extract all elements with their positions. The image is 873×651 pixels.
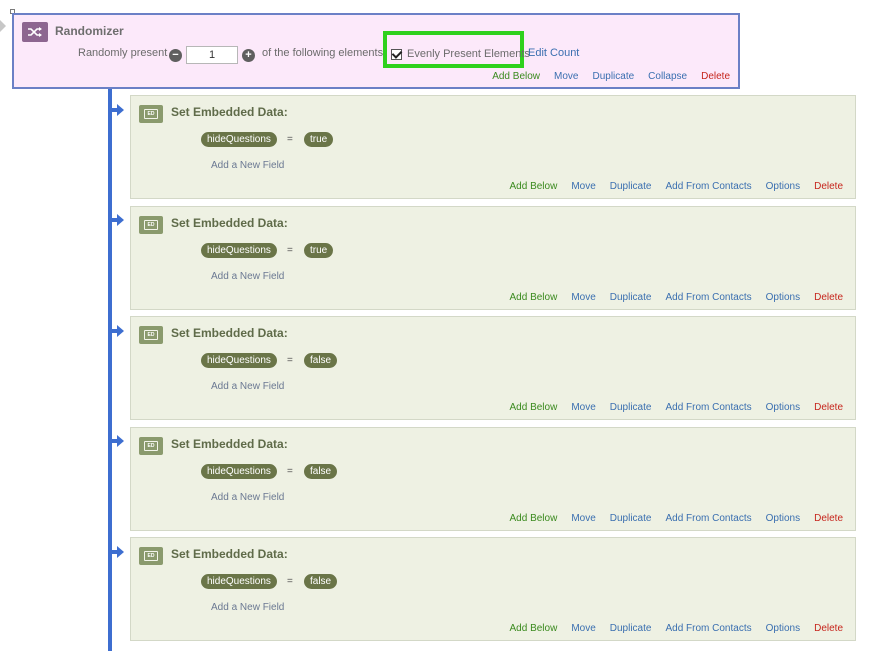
minus-circle-icon[interactable]: − [169,49,182,62]
embedded-data-icon: ED [139,216,163,234]
embedded-data-block: ED Set Embedded Data: hideQuestions = tr… [130,206,856,310]
delete-button[interactable]: Delete [701,71,730,82]
flow-arrow-icon [112,325,124,337]
add-new-field-link[interactable]: Add a New Field [211,271,284,282]
embedded-data-block: ED Set Embedded Data: hideQuestions = tr… [130,95,856,199]
field-name-pill[interactable]: hideQuestions [201,353,277,368]
randomly-present-label: Randomly present [78,47,168,59]
randomizer-actions: Add Below Move Duplicate Collapse Delete [492,71,730,82]
field-name-pill[interactable]: hideQuestions [201,464,277,479]
collapse-button[interactable]: Collapse [648,71,687,82]
block-title: Set Embedded Data: [171,105,288,119]
field-value-pill[interactable]: true [304,243,334,258]
flow-arrow-icon [112,546,124,558]
add-below-button[interactable]: Add Below [510,292,558,303]
add-from-contacts-button[interactable]: Add From Contacts [665,513,751,524]
add-new-field-link[interactable]: Add a New Field [211,381,284,392]
add-below-button[interactable]: Add Below [492,71,540,82]
equals-sign: = [287,355,293,366]
duplicate-button[interactable]: Duplicate [610,181,652,192]
shuffle-icon [22,22,48,42]
block-actions: Add Below Move Duplicate Add From Contac… [510,513,844,524]
block-title: Set Embedded Data: [171,326,288,340]
block-actions: Add Below Move Duplicate Add From Contac… [510,181,844,192]
add-below-button[interactable]: Add Below [510,513,558,524]
flow-arrow-icon [112,104,124,116]
randomizer-element: Randomizer Randomly present − + of the f… [12,13,740,89]
field-value-pill[interactable]: false [304,574,338,589]
duplicate-button[interactable]: Duplicate [610,402,652,413]
evenly-present-checkbox[interactable] [391,47,403,60]
collapse-arrow-icon[interactable] [0,20,6,32]
block-title: Set Embedded Data: [171,547,288,561]
embedded-data-icon: ED [139,437,163,455]
present-count-input[interactable] [186,46,238,64]
equals-sign: = [287,245,293,256]
block-actions: Add Below Move Duplicate Add From Contac… [510,623,844,634]
delete-button[interactable]: Delete [814,292,843,303]
block-title: Set Embedded Data: [171,437,288,451]
move-button[interactable]: Move [554,71,578,82]
evenly-present-option[interactable]: Evenly Present Elements [391,47,530,60]
field-name-pill[interactable]: hideQuestions [201,132,277,147]
move-button[interactable]: Move [571,292,595,303]
block-actions: Add Below Move Duplicate Add From Contac… [510,292,844,303]
add-from-contacts-button[interactable]: Add From Contacts [665,623,751,634]
delete-button[interactable]: Delete [814,513,843,524]
add-below-button[interactable]: Add Below [510,623,558,634]
embedded-data-block: ED Set Embedded Data: hideQuestions = fa… [130,537,856,641]
move-button[interactable]: Move [571,623,595,634]
delete-button[interactable]: Delete [814,181,843,192]
randomizer-title: Randomizer [55,24,124,38]
flow-arrow-icon [112,435,124,447]
embedded-data-block: ED Set Embedded Data: hideQuestions = fa… [130,316,856,420]
duplicate-button[interactable]: Duplicate [610,292,652,303]
embedded-data-icon: ED [139,105,163,123]
embedded-data-icon: ED [139,326,163,344]
options-button[interactable]: Options [766,623,800,634]
move-button[interactable]: Move [571,181,595,192]
plus-circle-icon[interactable]: + [242,49,255,62]
add-below-button[interactable]: Add Below [510,402,558,413]
block-title: Set Embedded Data: [171,216,288,230]
options-button[interactable]: Options [766,292,800,303]
add-new-field-link[interactable]: Add a New Field [211,602,284,613]
delete-button[interactable]: Delete [814,623,843,634]
add-from-contacts-button[interactable]: Add From Contacts [665,181,751,192]
add-from-contacts-button[interactable]: Add From Contacts [665,402,751,413]
move-button[interactable]: Move [571,513,595,524]
flow-line [108,89,112,651]
move-button[interactable]: Move [571,402,595,413]
flow-arrow-icon [112,214,124,226]
field-value-pill[interactable]: false [304,464,338,479]
equals-sign: = [287,576,293,587]
embedded-data-block: ED Set Embedded Data: hideQuestions = fa… [130,427,856,531]
block-actions: Add Below Move Duplicate Add From Contac… [510,402,844,413]
options-button[interactable]: Options [766,402,800,413]
edit-count-link[interactable]: Edit Count [528,47,579,59]
add-below-button[interactable]: Add Below [510,181,558,192]
duplicate-button[interactable]: Duplicate [592,71,634,82]
field-name-pill[interactable]: hideQuestions [201,574,277,589]
equals-sign: = [287,134,293,145]
checkmark-icon [391,47,403,59]
embedded-data-icon: ED [139,547,163,565]
following-elements-label: of the following elements [262,47,384,59]
add-from-contacts-button[interactable]: Add From Contacts [665,292,751,303]
field-value-pill[interactable]: true [304,132,334,147]
add-new-field-link[interactable]: Add a New Field [211,160,284,171]
options-button[interactable]: Options [766,513,800,524]
duplicate-button[interactable]: Duplicate [610,623,652,634]
add-new-field-link[interactable]: Add a New Field [211,492,284,503]
field-name-pill[interactable]: hideQuestions [201,243,277,258]
options-button[interactable]: Options [766,181,800,192]
delete-button[interactable]: Delete [814,402,843,413]
field-value-pill[interactable]: false [304,353,338,368]
evenly-present-label: Evenly Present Elements [407,48,530,60]
duplicate-button[interactable]: Duplicate [610,513,652,524]
equals-sign: = [287,466,293,477]
